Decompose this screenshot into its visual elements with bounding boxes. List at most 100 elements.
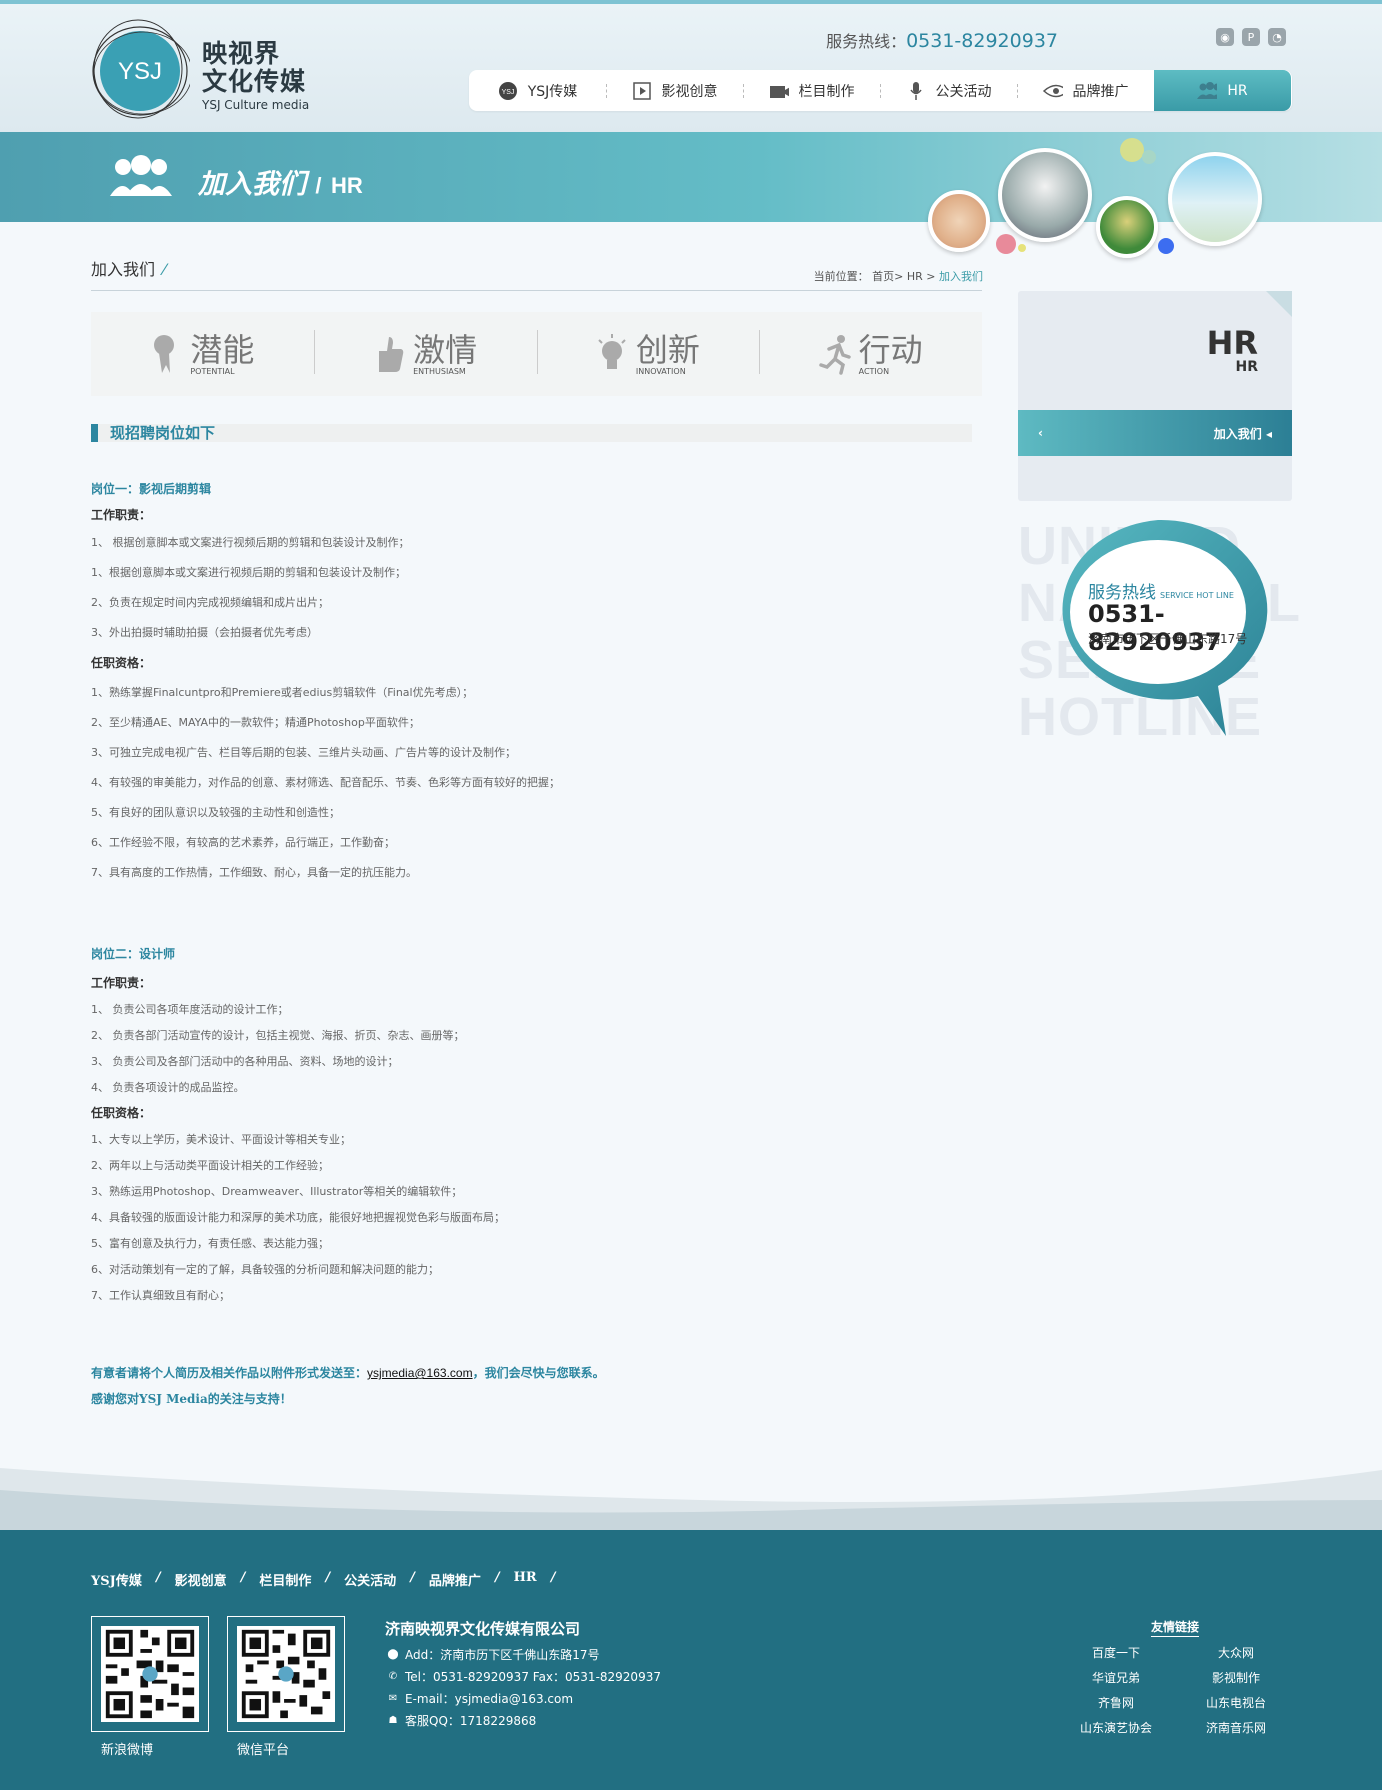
friend-link[interactable]: 华谊兄弟 bbox=[1071, 1669, 1161, 1686]
logo-en: YSJ Culture media bbox=[202, 98, 310, 112]
nav-item-ysj[interactable]: YSJ YSJ传媒 bbox=[469, 70, 606, 111]
hotline-label: 服务热线： bbox=[826, 32, 907, 51]
sidebar-subtitle: HR bbox=[1235, 359, 1259, 375]
hotline-title-en: SERVICE HOT LINE bbox=[1160, 591, 1234, 600]
photo-jump bbox=[1168, 152, 1262, 246]
qr-wechat[interactable] bbox=[227, 1616, 345, 1732]
job1-req: 4、有较强的审美能力，对作品的创意、素材筛选、配音配乐、节奏、色彩等方面有较好的… bbox=[91, 776, 560, 789]
hotline-number: 0531-82920937 bbox=[1088, 600, 1222, 656]
sidebar-item-label: 加入我们 bbox=[1213, 426, 1262, 441]
footer-sep: / bbox=[410, 1570, 415, 1585]
photo-gears bbox=[998, 148, 1092, 242]
ysj-icon: YSJ bbox=[498, 81, 518, 100]
sidebar-item-join[interactable]: ‹ 加入我们 ◂ bbox=[1018, 410, 1292, 456]
thanks-line: 感谢您对YSJ Media的关注与支持！ bbox=[91, 1392, 292, 1406]
decor-dot bbox=[1158, 238, 1174, 254]
friend-link[interactable]: 山东演艺协会 bbox=[1071, 1719, 1161, 1736]
tel-text: Tel：0531-82920937 Fax：0531-82920937 bbox=[405, 1670, 661, 1684]
qr-weibo[interactable] bbox=[91, 1616, 209, 1732]
camera-icon bbox=[769, 82, 789, 100]
corner-fold bbox=[1266, 291, 1292, 317]
logo-mark[interactable]: YSJ bbox=[90, 19, 190, 124]
nav-label: 栏目制作 bbox=[798, 83, 855, 100]
qq-text: 客服QQ：1718229868 bbox=[405, 1714, 537, 1728]
contact-prefix: 有意者请将个人简历及相关作品以附件形式发送至： bbox=[91, 1366, 368, 1380]
job1-duty-label: 工作职责： bbox=[91, 508, 152, 522]
job2-req: 2、两年以上与活动类平面设计相关的工作经验； bbox=[91, 1159, 329, 1172]
value-action: 行动 ACTION bbox=[759, 312, 982, 396]
breadcrumb-label: 当前位置： bbox=[813, 270, 869, 283]
decor-dot bbox=[996, 234, 1016, 254]
footer-sep: / bbox=[155, 1570, 161, 1585]
job2-req: 1、大专以上学历，美术设计、平面设计等相关专业； bbox=[91, 1133, 351, 1146]
breadcrumb-home[interactable]: 首页 bbox=[872, 270, 894, 283]
job2-duty: 3、 负责公司及各部门活动中的各种用品、资料、场地的设计； bbox=[91, 1055, 399, 1068]
email-text[interactable]: E-mail：ysjmedia@163.com bbox=[405, 1690, 573, 1707]
friend-link[interactable]: 济南音乐网 bbox=[1191, 1719, 1281, 1736]
friend-link[interactable]: 齐鲁网 bbox=[1071, 1694, 1161, 1711]
header: YSJ 映视界 文化传媒 YSJ Culture media 服务热线：0531… bbox=[0, 4, 1382, 132]
service-hotline: UNIFIED NATIONAL SERVICE HOTLINE 服务热线SER… bbox=[1018, 518, 1300, 746]
qr-code-icon bbox=[237, 1626, 335, 1722]
job2-req: 7、工作认真细致且有耐心； bbox=[91, 1289, 230, 1302]
thumbs-up-icon bbox=[379, 337, 404, 372]
p-icon[interactable]: P bbox=[1242, 28, 1260, 46]
nav-label: YSJ传媒 bbox=[527, 83, 578, 100]
job1-duty: 3、外出拍摄时辅助拍摄（会拍摄者优先考虑） bbox=[91, 626, 318, 639]
qr-caption: 微信平台 bbox=[237, 1743, 290, 1758]
wechat-icon[interactable]: ◔ bbox=[1268, 28, 1286, 46]
company-qq: ☗ 客服QQ：1718229868 bbox=[387, 1712, 537, 1729]
banner-sep: / bbox=[315, 173, 322, 198]
company-tel: ✆ Tel：0531-82920937 Fax：0531-82920937 bbox=[387, 1668, 661, 1685]
weibo-icon[interactable]: ◉ bbox=[1216, 28, 1234, 46]
nav-item-pr[interactable]: 公关活动 bbox=[880, 70, 1017, 111]
nav-item-film[interactable]: 影视创意 bbox=[606, 70, 743, 111]
company-name: 济南映视界文化传媒有限公司 bbox=[385, 1620, 581, 1638]
sidebar-box: HR HR ‹ 加入我们 ◂ bbox=[1018, 291, 1292, 501]
value-cn: 激情 bbox=[413, 330, 478, 369]
eye-icon bbox=[1042, 82, 1063, 100]
nav-label: 影视创意 bbox=[661, 83, 718, 100]
photo-hands bbox=[928, 190, 990, 252]
email-link[interactable]: ysjmedia@163.com bbox=[367, 1366, 473, 1380]
footer-nav-item[interactable]: 公关活动 bbox=[344, 1570, 396, 1589]
nav-item-brand[interactable]: 品牌推广 bbox=[1017, 70, 1154, 111]
contact-suffix: ，我们会尽快与您联系。 bbox=[472, 1366, 605, 1380]
breadcrumb-hr[interactable]: HR bbox=[907, 270, 923, 283]
section-title: 现招聘岗位如下 bbox=[91, 424, 972, 442]
breadcrumb-current: 加入我们 bbox=[939, 270, 983, 283]
friend-link[interactable]: 山东电视台 bbox=[1191, 1694, 1281, 1711]
job1-req: 6、工作经验不限，有较高的艺术素养，品行端正，工作勤奋； bbox=[91, 836, 395, 849]
page-title: 加入我们 ⁄ bbox=[91, 256, 166, 280]
footer-nav-item[interactable]: YSJ传媒 bbox=[91, 1570, 142, 1589]
nav-item-hr[interactable]: HR bbox=[1154, 70, 1291, 111]
job1-duty: 2、负责在规定时间内完成视频编辑和成片出片； bbox=[91, 596, 329, 609]
breadcrumb: 当前位置： 首页> HR > 加入我们 bbox=[814, 268, 983, 284]
company-email: ✉ E-mail：ysjmedia@163.com bbox=[387, 1690, 573, 1707]
nav-label: 品牌推广 bbox=[1072, 83, 1129, 100]
friend-link[interactable]: 大众网 bbox=[1191, 1644, 1281, 1661]
lightbulb-icon bbox=[598, 334, 626, 369]
logo-text: 映视界 文化传媒 YSJ Culture media bbox=[202, 40, 310, 113]
people-icon bbox=[1197, 81, 1218, 100]
header-hotline: 服务热线：0531-82920937 bbox=[826, 28, 1058, 52]
qr-caption: 新浪微博 bbox=[101, 1743, 154, 1758]
friend-link[interactable]: 影视制作 bbox=[1191, 1669, 1281, 1686]
footer-nav-item[interactable]: 品牌推广 bbox=[429, 1570, 481, 1589]
company-address: ⬤ Add：济南市历下区千佛山东路17号 bbox=[387, 1646, 599, 1663]
nav-item-program[interactable]: 栏目制作 bbox=[743, 70, 880, 111]
job2-req: 4、具备较强的版面设计能力和深厚的美术功底，能很好地把握视觉色彩与版面布局； bbox=[91, 1211, 505, 1224]
footer-sep: / bbox=[550, 1570, 556, 1585]
banner-title: 加入我们 / HR bbox=[198, 162, 363, 201]
sidebar-title: HR bbox=[1206, 324, 1258, 362]
footer-nav-item[interactable]: HR bbox=[514, 1570, 537, 1589]
job1-req: 2、至少精通AE、MAYA中的一款软件；精通Photoshop平面软件； bbox=[91, 716, 420, 729]
footer-nav-item[interactable]: 栏目制作 bbox=[259, 1570, 311, 1589]
job2-duty: 1、 负责公司各项年度活动的设计工作； bbox=[91, 1003, 289, 1016]
location-icon: ⬤ bbox=[387, 1649, 399, 1660]
footer-nav-item[interactable]: 影视创意 bbox=[175, 1570, 227, 1589]
friend-link[interactable]: 百度一下 bbox=[1071, 1644, 1161, 1661]
value-cn: 潜能 bbox=[190, 330, 255, 369]
qr-code-icon bbox=[101, 1626, 199, 1722]
runner-icon bbox=[818, 335, 851, 375]
